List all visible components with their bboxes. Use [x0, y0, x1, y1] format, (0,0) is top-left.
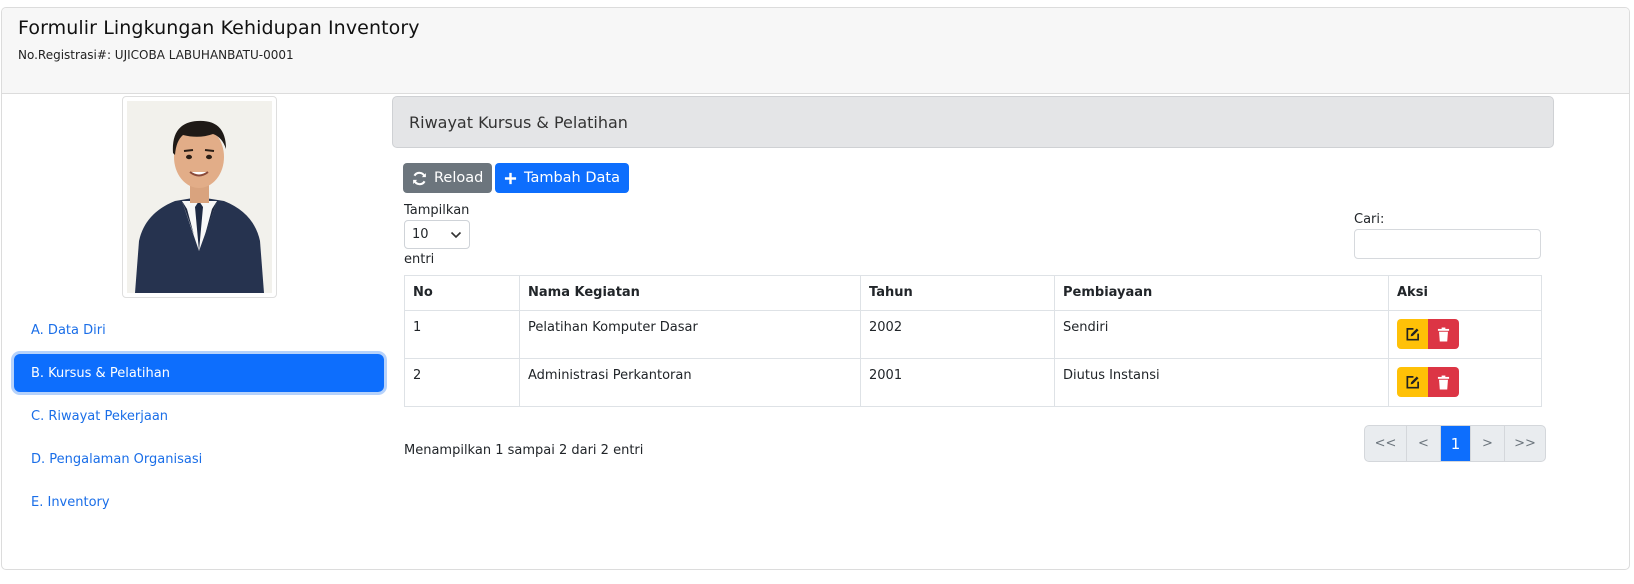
- sidebar-item-pengalaman-organisasi[interactable]: D. Pengalaman Organisasi: [14, 440, 384, 478]
- add-data-button[interactable]: Tambah Data: [495, 163, 629, 193]
- trash-icon: [1437, 375, 1450, 389]
- table-header-row: No Nama Kegiatan Tahun Pembiayaan Aksi: [404, 275, 1542, 311]
- profile-photo-frame: [122, 96, 277, 298]
- delete-button[interactable]: [1428, 319, 1459, 349]
- page-title: Formulir Lingkungan Kehidupan Inventory: [18, 17, 420, 39]
- avatar-illustration: [127, 101, 272, 293]
- sidebar-item-label: E. Inventory: [31, 494, 110, 510]
- add-data-label: Tambah Data: [524, 170, 620, 186]
- chevron-down-icon: [450, 231, 462, 238]
- sidebar-item-label: C. Riwayat Pekerjaan: [31, 408, 169, 424]
- plus-icon: [504, 172, 517, 184]
- sidebar-item-inventory[interactable]: E. Inventory: [14, 483, 384, 521]
- pagination-first[interactable]: <<: [1365, 426, 1407, 461]
- cell-tahun: 2001: [860, 358, 1055, 407]
- section-title: Riwayat Kursus & Pelatihan: [392, 96, 1554, 148]
- sidebar-item-label: A. Data Diri: [31, 322, 106, 338]
- cell-pembiayaan: Sendiri: [1054, 310, 1389, 359]
- delete-button[interactable]: [1428, 367, 1459, 397]
- search-label: Cari:: [1354, 212, 1385, 227]
- sidebar-item-data-diri[interactable]: A. Data Diri: [14, 311, 384, 349]
- edit-icon: [1406, 327, 1419, 340]
- edit-button[interactable]: [1397, 319, 1428, 349]
- page-length-value: 10: [412, 227, 429, 242]
- sidebar-item-label: B. Kursus & Pelatihan: [31, 365, 170, 381]
- sidebar-nav: A. Data Diri B. Kursus & Pelatihan C. Ri…: [14, 311, 384, 526]
- cell-no: 2: [404, 358, 520, 407]
- sidebar-item-label: D. Pengalaman Organisasi: [31, 451, 203, 467]
- pagination-prev[interactable]: <: [1407, 426, 1441, 461]
- search-input[interactable]: [1354, 229, 1541, 259]
- cell-tahun: 2002: [860, 310, 1055, 359]
- training-table: No Nama Kegiatan Tahun Pembiayaan Aksi 1…: [404, 275, 1542, 407]
- row-actions: [1397, 319, 1459, 349]
- edit-icon: [1406, 375, 1419, 388]
- table-row: 2 Administrasi Perkantoran 2001 Diutus I…: [404, 358, 1542, 407]
- reload-label: Reload: [434, 170, 484, 186]
- pagination-next[interactable]: >: [1471, 426, 1505, 461]
- sidebar-item-riwayat-pekerjaan[interactable]: C. Riwayat Pekerjaan: [14, 397, 384, 435]
- column-header-aksi: Aksi: [1388, 275, 1542, 311]
- pagination-last[interactable]: >>: [1505, 426, 1545, 461]
- table-row: 1 Pelatihan Komputer Dasar 2002 Sendiri: [404, 310, 1542, 359]
- cell-nama-kegiatan: Administrasi Perkantoran: [519, 358, 861, 407]
- refresh-icon: [413, 171, 426, 185]
- reload-button[interactable]: Reload: [403, 163, 493, 193]
- registration-number: No.Registrasi#: UJICOBA LABUHANBATU-0001: [18, 48, 294, 62]
- row-actions: [1397, 367, 1459, 397]
- length-label: Tampilkan: [404, 203, 470, 218]
- trash-icon: [1437, 327, 1450, 341]
- table-info: Menampilkan 1 sampai 2 dari 2 entri: [404, 443, 644, 458]
- length-suffix: entri: [404, 252, 435, 267]
- column-header-pembiayaan[interactable]: Pembiayaan: [1054, 275, 1389, 311]
- cell-aksi: [1388, 358, 1542, 407]
- pagination-page-1[interactable]: 1: [1441, 426, 1471, 461]
- edit-button[interactable]: [1397, 367, 1428, 397]
- card-header: Formulir Lingkungan Kehidupan Inventory …: [2, 8, 1629, 94]
- column-header-tahun[interactable]: Tahun: [860, 275, 1055, 311]
- cell-aksi: [1388, 310, 1542, 359]
- cell-pembiayaan: Diutus Instansi: [1054, 358, 1389, 407]
- cell-no: 1: [404, 310, 520, 359]
- sidebar-item-kursus-pelatihan[interactable]: B. Kursus & Pelatihan: [14, 354, 384, 392]
- column-header-no[interactable]: No: [404, 275, 520, 311]
- column-header-nama-kegiatan[interactable]: Nama Kegiatan: [519, 275, 861, 311]
- cell-nama-kegiatan: Pelatihan Komputer Dasar: [519, 310, 861, 359]
- pagination: << < 1 > >>: [1364, 425, 1546, 462]
- page-length-select[interactable]: 10: [404, 220, 470, 249]
- profile-photo: [127, 101, 272, 293]
